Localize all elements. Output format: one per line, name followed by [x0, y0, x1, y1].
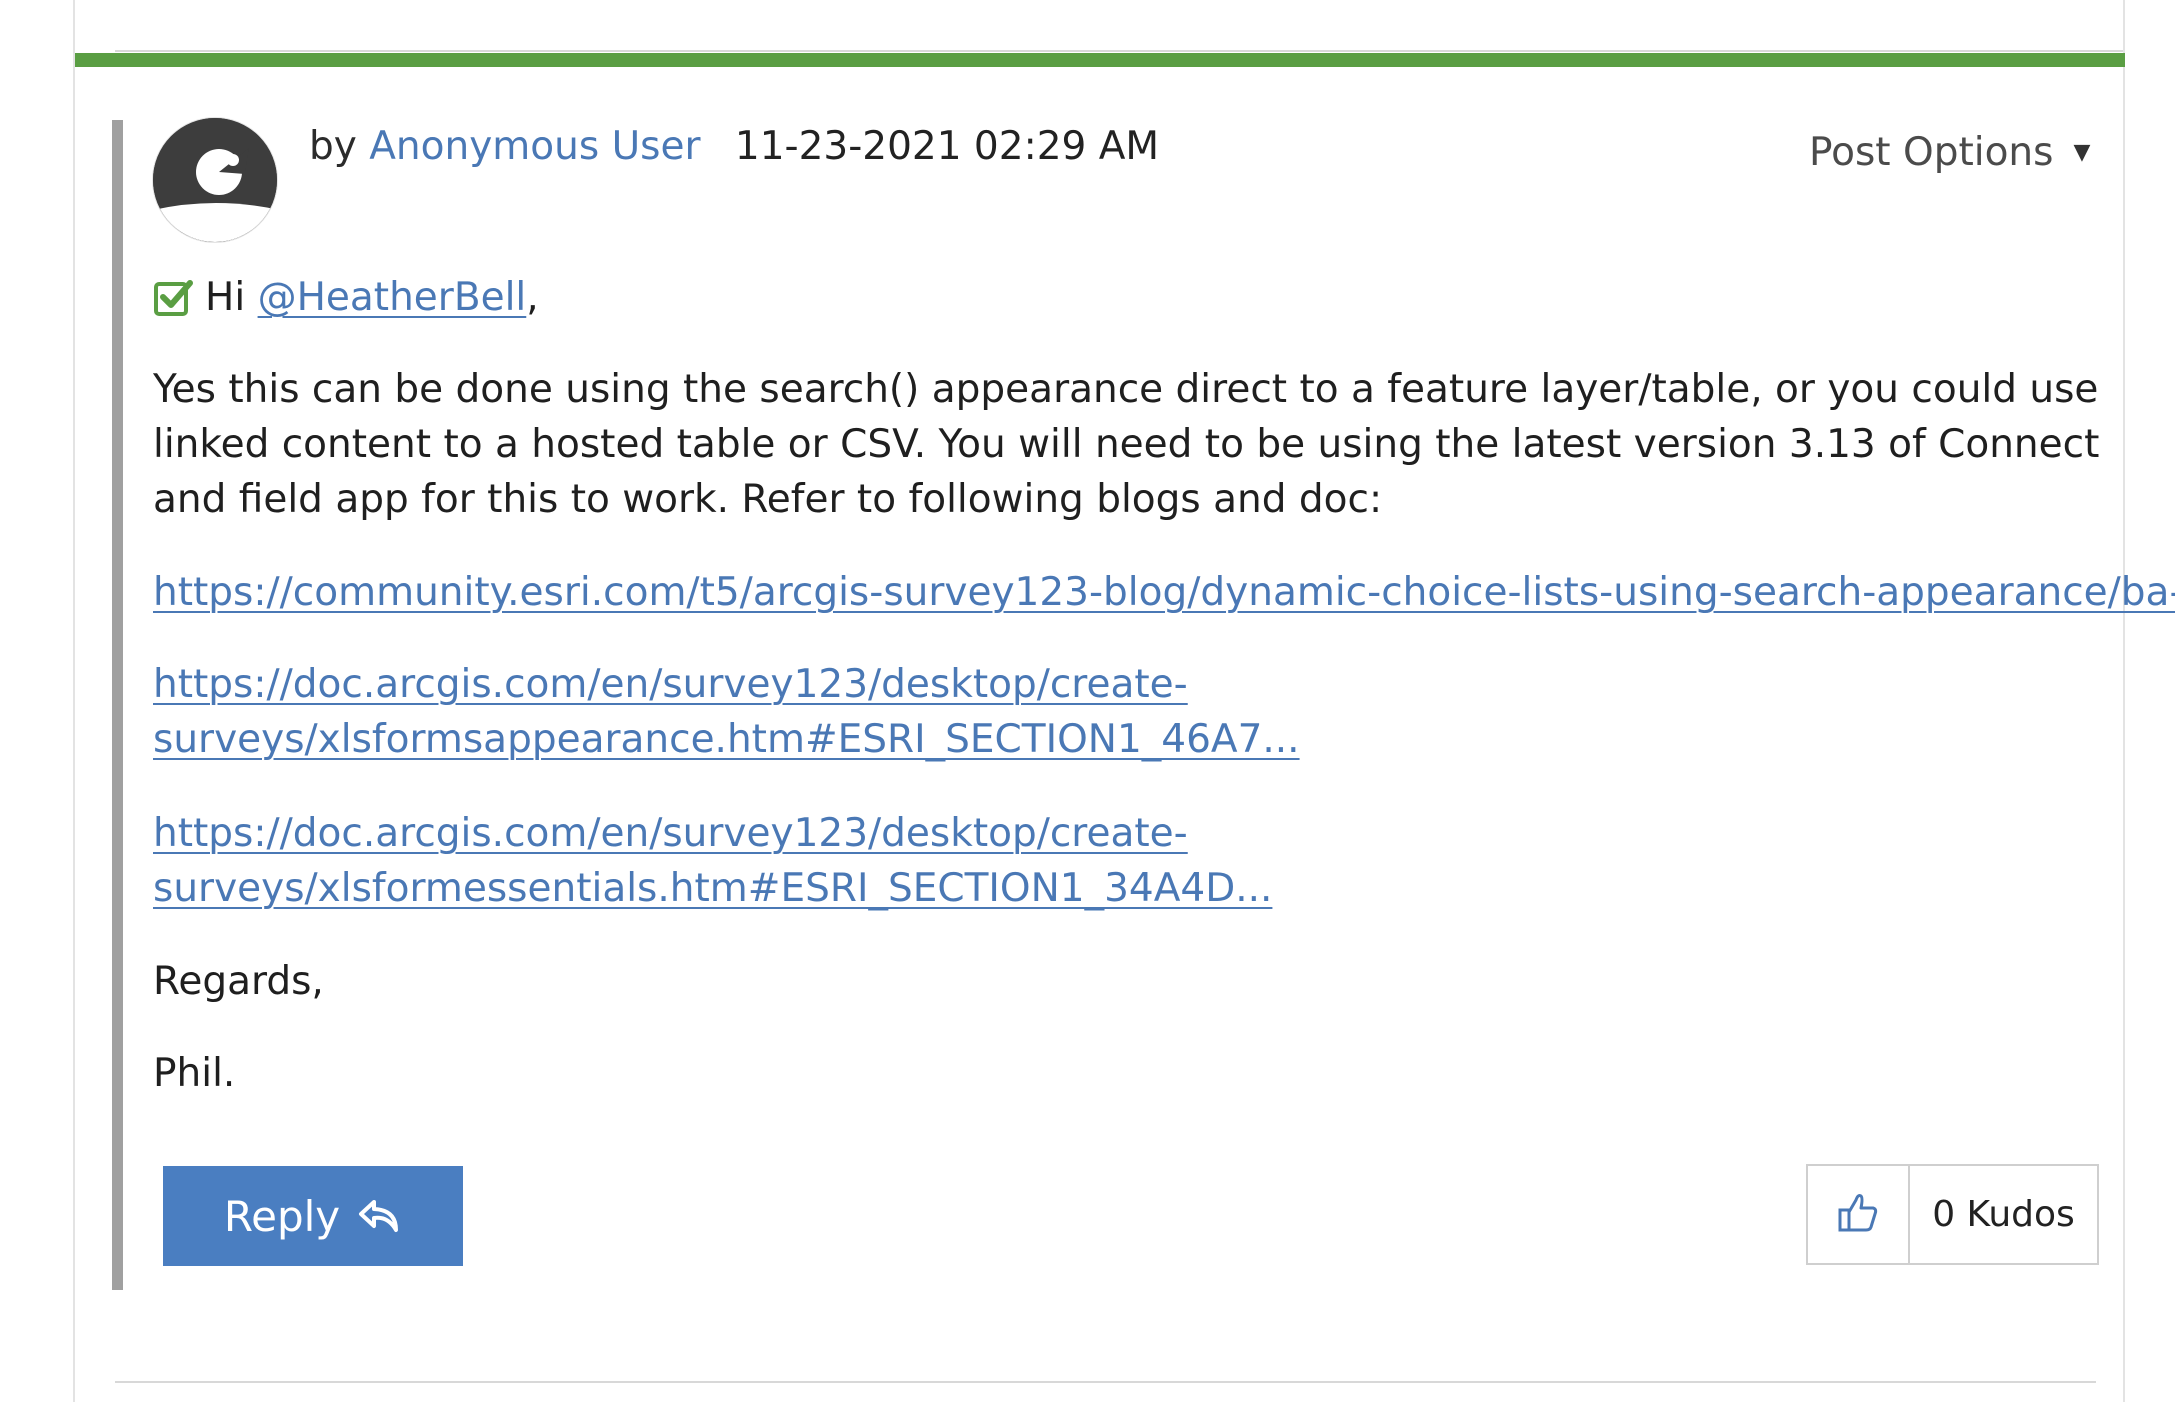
by-label: by: [309, 124, 357, 169]
kudos-widget: 0 Kudos: [1806, 1164, 2099, 1265]
blog-link[interactable]: https://community.esri.com/t5/arcgis-sur…: [153, 570, 2175, 615]
accepted-solution-check-icon: [153, 278, 193, 318]
link-paragraph-1: https://community.esri.com/t5/arcgis-sur…: [153, 565, 2175, 620]
doc-appearance-link[interactable]: https://doc.arcgis.com/en/survey123/desk…: [153, 662, 1300, 762]
reply-label: Reply: [223, 1191, 341, 1241]
regards-text: Regards,: [153, 959, 324, 1004]
link-paragraph-2: https://doc.arcgis.com/en/survey123/desk…: [153, 657, 1333, 767]
doc-essentials-link[interactable]: https://doc.arcgis.com/en/survey123/desk…: [153, 811, 1272, 911]
user-avatar-icon[interactable]: [152, 117, 278, 243]
kudos-count: 0 Kudos: [1932, 1194, 2075, 1235]
top-divider: [115, 50, 2123, 52]
solution-accent-bar: [75, 53, 2125, 67]
reply-button[interactable]: Reply: [163, 1166, 463, 1266]
kudos-button[interactable]: [1808, 1166, 1910, 1263]
greeting-text: Hi: [205, 275, 246, 320]
bottom-divider: [115, 1381, 2096, 1383]
link-paragraph-3: https://doc.arcgis.com/en/survey123/desk…: [153, 806, 1333, 916]
mention-link[interactable]: @HeatherBell: [258, 270, 527, 325]
reply-arrow-icon: [358, 1196, 402, 1236]
post-date: 11-23-2021 02:29 AM: [734, 124, 1160, 169]
caret-down-icon: ▼: [2073, 140, 2091, 165]
mention-suffix: ,: [526, 275, 539, 320]
post-paragraph: Yes this can be done using the search() …: [153, 367, 2100, 522]
post-options-label: Post Options: [1809, 130, 2054, 175]
greeting-line: Hi @HeatherBell,: [153, 270, 2103, 325]
post-left-stripe: [112, 120, 123, 1290]
post-options-menu[interactable]: Post Options ▼: [1809, 128, 2090, 178]
signature-text: Phil.: [153, 1051, 236, 1096]
thumbs-up-icon: [1836, 1191, 1880, 1239]
post-byline: by Anonymous User 11-23-2021 02:29 AM: [309, 122, 1159, 172]
author-link[interactable]: Anonymous User: [369, 124, 700, 169]
